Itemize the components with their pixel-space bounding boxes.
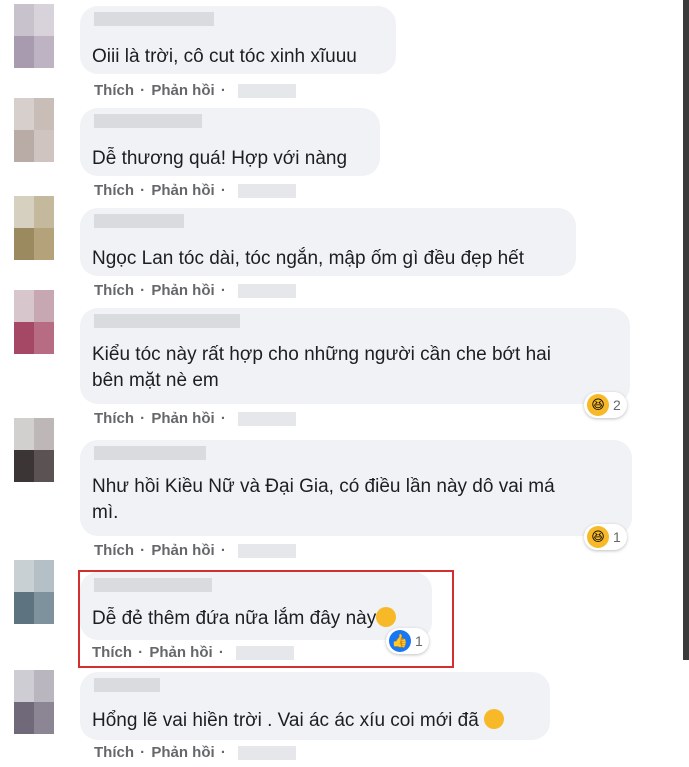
comment-bubble: Hổng lẽ vai hiền trời . Vai ác ác xíu co… [80, 672, 550, 740]
like-link[interactable]: Thích [94, 82, 134, 99]
reply-link[interactable]: Phản hồi [151, 282, 214, 299]
timestamp[interactable] [238, 544, 297, 559]
reaction-count: 2 [613, 397, 621, 413]
avatar[interactable] [14, 196, 64, 260]
like-link[interactable]: Thích [94, 410, 134, 427]
timestamp[interactable] [238, 746, 297, 761]
comment-bubble: Như hồi Kiều Nữ và Đại Gia, có điều lần … [80, 440, 632, 536]
reaction-count: 1 [613, 529, 621, 545]
comment-bubble: Ngọc Lan tóc dài, tóc ngắn, mập ốm gì đề… [80, 208, 576, 276]
scrollbar[interactable] [683, 0, 689, 660]
like-link[interactable]: Thích [94, 182, 134, 199]
comment-text-line: Như hồi Kiều Nữ và Đại Gia, có điều lần … [92, 476, 555, 497]
comment-bubble: Oiii là trời, cô cut tóc xinh xĩuuu [80, 6, 396, 74]
commenter-name[interactable] [94, 114, 202, 128]
reply-link[interactable]: Phản hồi [151, 182, 214, 199]
timestamp[interactable] [238, 284, 297, 299]
timestamp[interactable] [238, 184, 297, 199]
like-link[interactable]: Thích [94, 282, 134, 299]
timestamp[interactable] [238, 84, 297, 99]
timestamp[interactable] [238, 412, 297, 427]
avatar[interactable] [14, 560, 64, 624]
comment-actions: Thích · Phản hồi · [94, 744, 297, 761]
highlight-box [78, 570, 454, 668]
comment-text: Hổng lẽ vai hiền trời . Vai ác ác xíu co… [92, 708, 538, 734]
comment-actions: Thích · Phản hồi · [94, 82, 297, 99]
haha-emoji-icon: 😆 [587, 526, 609, 548]
comment-text: Ngọc Lan tóc dài, tóc ngắn, mập ốm gì đề… [92, 248, 525, 269]
comment-actions: Thích · Phản hồi · [94, 542, 297, 559]
comment-text: Dễ thương quá! Hợp với nàng [92, 148, 348, 169]
reaction-badge[interactable]: 😆 2 [584, 392, 627, 418]
avatar[interactable] [14, 670, 64, 734]
avatar[interactable] [14, 4, 64, 68]
commenter-name[interactable] [94, 678, 160, 692]
comment-bubble: Kiểu tóc này rất hợp cho những người cần… [80, 308, 630, 404]
comment-actions: Thích · Phản hồi · [94, 182, 297, 199]
comment-text: Oiii là trời, cô cut tóc xinh xĩuuu [92, 46, 357, 67]
avatar[interactable] [14, 98, 64, 162]
reaction-badge[interactable]: 😆 1 [584, 524, 627, 550]
commenter-name[interactable] [94, 214, 184, 228]
reply-link[interactable]: Phản hồi [151, 410, 214, 427]
comment-actions: Thích · Phản hồi · [94, 410, 297, 427]
comment-actions: Thích · Phản hồi · [94, 282, 297, 299]
commenter-name[interactable] [94, 446, 206, 460]
reply-link[interactable]: Phản hồi [151, 542, 214, 559]
like-link[interactable]: Thích [94, 744, 134, 761]
commenter-name[interactable] [94, 12, 214, 26]
smiling-emoji-icon [484, 708, 505, 729]
comment-text-line: mì. [92, 502, 119, 523]
avatar[interactable] [14, 418, 64, 482]
commenter-name[interactable] [94, 314, 240, 328]
comment-text-line: Kiểu tóc này rất hợp cho những người cần… [92, 344, 551, 365]
reply-link[interactable]: Phản hồi [151, 744, 214, 761]
reply-link[interactable]: Phản hồi [151, 82, 214, 99]
comment-text-line: bên mặt nè em [92, 370, 219, 391]
like-link[interactable]: Thích [94, 542, 134, 559]
comment-bubble: Dễ thương quá! Hợp với nàng [80, 108, 380, 176]
haha-emoji-icon: 😆 [587, 394, 609, 416]
avatar[interactable] [14, 290, 64, 354]
